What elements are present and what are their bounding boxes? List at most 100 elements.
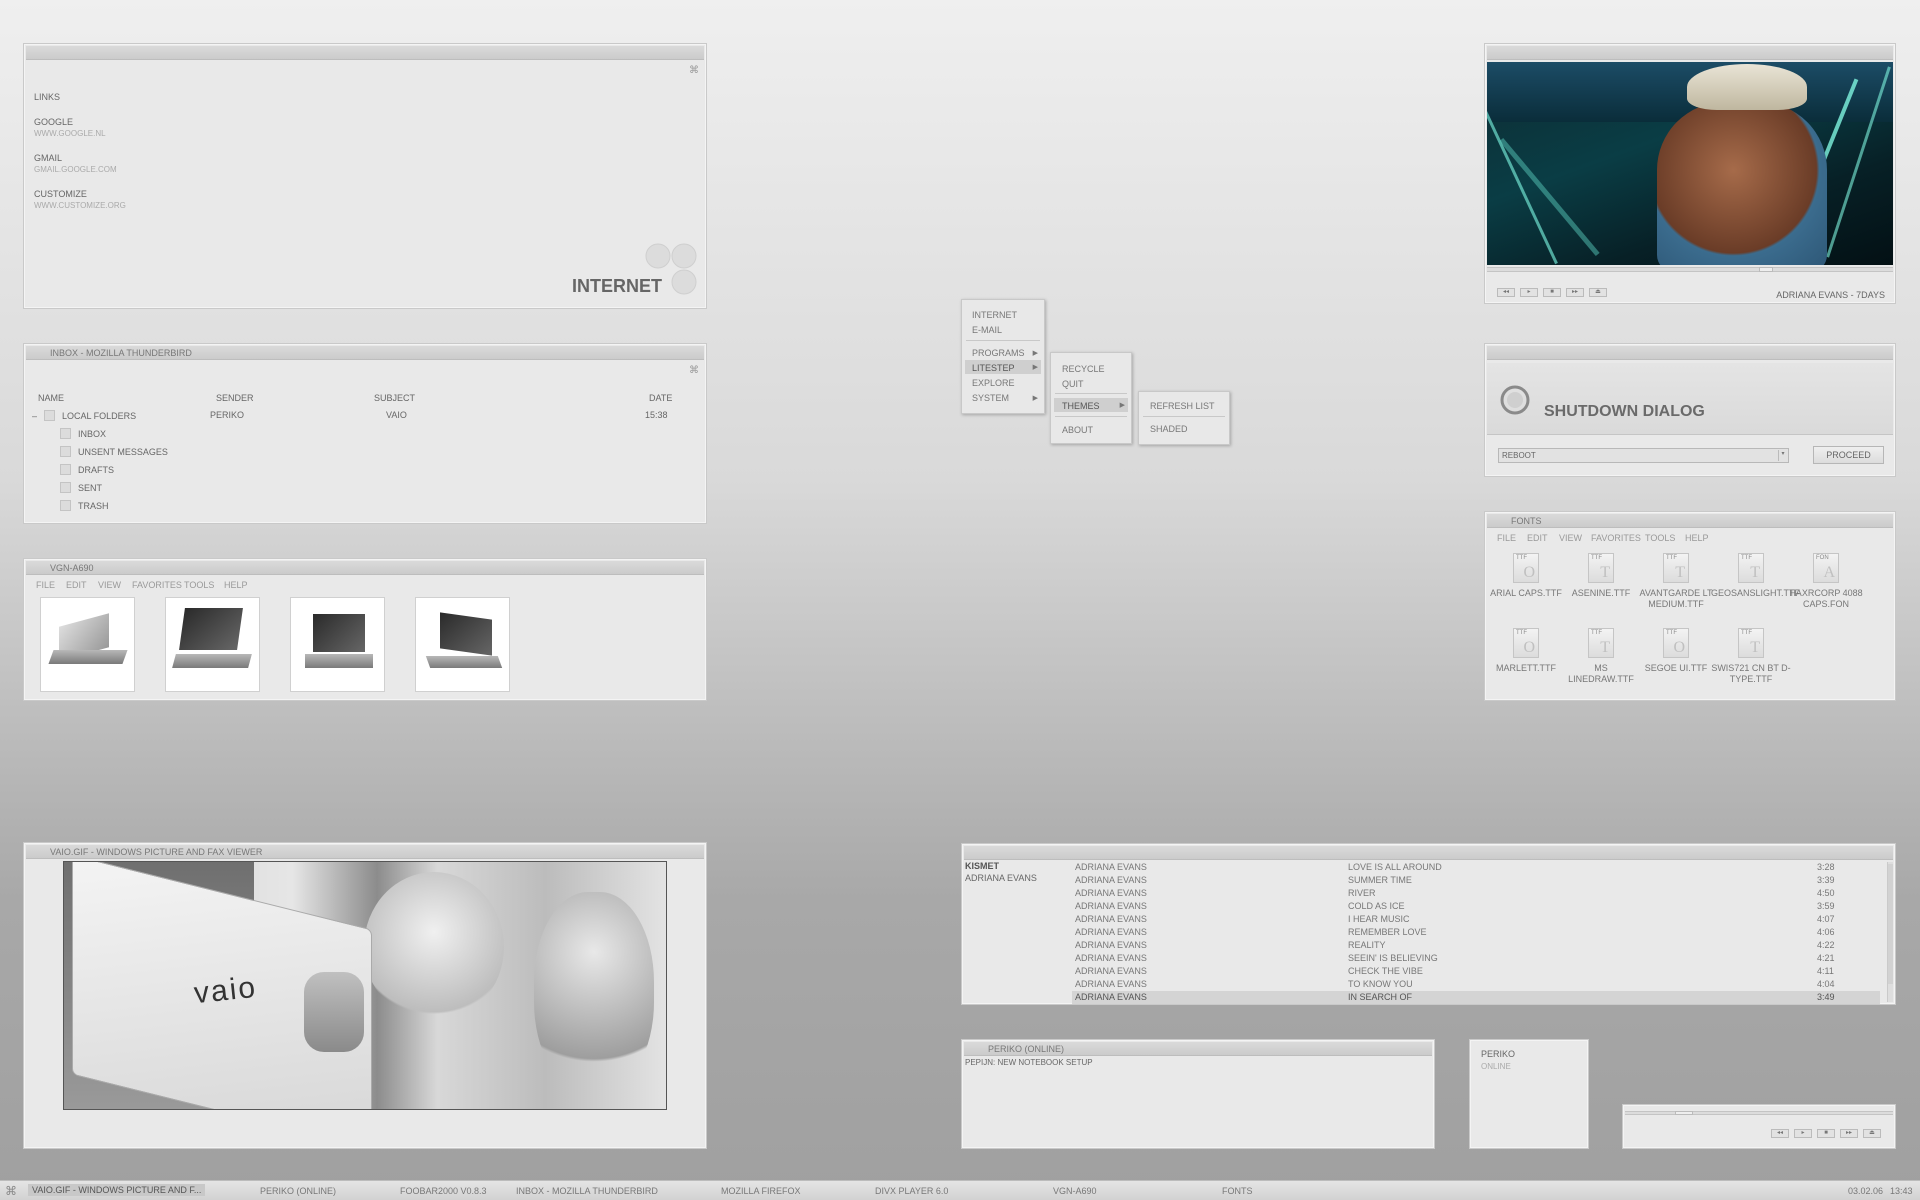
message-sender[interactable]: PERIKO (210, 410, 244, 420)
col-sender[interactable]: SENDER (216, 393, 254, 403)
chat-titlebar[interactable]: PERIKO (ONLINE) (964, 1042, 1432, 1056)
scrollbar-thumb[interactable] (1888, 864, 1893, 984)
thunderbird-titlebar[interactable]: INBOX - MOZILLA THUNDERBIRD (26, 346, 704, 360)
playlist-scrollbar[interactable] (1887, 862, 1893, 1002)
font-file-icon[interactable]: TTF T (1738, 628, 1764, 658)
folder-unsent[interactable]: UNSENT MESSAGES (78, 447, 168, 457)
menu-help[interactable]: HELP (1685, 533, 1709, 543)
forward-button[interactable]: ▸▸ (1566, 288, 1584, 297)
playlist-row[interactable]: ADRIANA EVANS I HEAR MUSIC 4:07 (1072, 913, 1880, 926)
folder-local[interactable]: LOCAL FOLDERS (62, 411, 136, 421)
link-customize[interactable]: CUSTOMIZE (34, 189, 87, 199)
play-button[interactable]: ▸ (1794, 1129, 1812, 1138)
playlist-row[interactable]: ADRIANA EVANS TO KNOW YOU 4:04 (1072, 978, 1880, 991)
task-fonts[interactable]: FONTS (1222, 1186, 1253, 1196)
forward-button[interactable]: ▸▸ (1840, 1129, 1858, 1138)
menu-help[interactable]: HELP (224, 580, 248, 590)
font-file-icon[interactable]: TTF T (1588, 553, 1614, 583)
laptop-thumbnail[interactable] (165, 597, 260, 692)
playlist-row[interactable]: ADRIANA EVANS COLD AS ICE 3:59 (1072, 900, 1880, 913)
font-file-label[interactable]: HAXRCORP 4088 CAPS.FON (1786, 588, 1866, 610)
rewind-button[interactable]: ◂◂ (1771, 1129, 1789, 1138)
task-thunderbird[interactable]: INBOX - MOZILLA THUNDERBIRD (516, 1186, 658, 1196)
font-file-icon[interactable]: FON A (1813, 553, 1839, 583)
menu-about[interactable]: ABOUT (1062, 425, 1093, 435)
font-file-icon[interactable]: TTF T (1738, 553, 1764, 583)
internet-panel-titlebar[interactable] (26, 46, 704, 60)
tree-expander[interactable]: – (32, 411, 37, 421)
task-foobar[interactable]: FOOBAR2000 V0.8.3 (400, 1186, 487, 1196)
playlist-row[interactable]: ADRIANA EVANS REMEMBER LOVE 4:06 (1072, 926, 1880, 939)
menu-quit[interactable]: QUIT (1062, 379, 1084, 389)
font-file-label[interactable]: MS LINEDRAW.TTF (1561, 663, 1641, 685)
font-file-label[interactable]: MARLETT.TTF (1486, 663, 1566, 674)
mini-seek-handle[interactable] (1675, 1111, 1693, 1115)
seek-handle[interactable] (1759, 267, 1773, 272)
contact-card[interactable]: PERIKO ONLINE (1469, 1039, 1589, 1149)
proceed-button[interactable]: PROCEED (1813, 446, 1884, 464)
picture-viewer-titlebar[interactable]: VAIO.GIF - WINDOWS PICTURE AND FAX VIEWE… (26, 845, 704, 859)
fonts-titlebar[interactable]: FONTS (1487, 514, 1893, 528)
play-button[interactable]: ▸ (1520, 288, 1538, 297)
folder-drafts[interactable]: DRAFTS (78, 465, 114, 475)
folder-trash[interactable]: TRASH (78, 501, 109, 511)
font-file-label[interactable]: ASENINE.TTF (1561, 588, 1641, 599)
menu-file[interactable]: FILE (1497, 533, 1516, 543)
mini-seek-bar[interactable] (1625, 1111, 1893, 1115)
task-chat[interactable]: PERIKO (ONLINE) (260, 1186, 336, 1196)
font-file-label[interactable]: AVANTGARDE LT MEDIUM.TTF (1636, 588, 1716, 610)
menu-edit[interactable]: EDIT (1527, 533, 1548, 543)
font-file-icon[interactable]: TTF O (1513, 553, 1539, 583)
task-vgn[interactable]: VGN-A690 (1053, 1186, 1097, 1196)
chevron-down-icon[interactable]: ▾ (1778, 450, 1787, 461)
playlist-row-current[interactable]: ADRIANA EVANS IN SEARCH OF 3:49 (1072, 991, 1880, 1004)
menu-refresh-list[interactable]: REFRESH LIST (1150, 401, 1215, 411)
playlist-titlebar[interactable] (964, 846, 1893, 860)
font-file-icon[interactable]: TTF O (1663, 628, 1689, 658)
eject-button[interactable]: ⏏ (1863, 1129, 1881, 1138)
playlist-row[interactable]: ADRIANA EVANS RIVER 4:50 (1072, 887, 1880, 900)
font-file-label[interactable]: SEGOE UI.TTF (1636, 663, 1716, 674)
laptop-thumbnail[interactable] (40, 597, 135, 692)
folder-sent[interactable]: SENT (78, 483, 102, 493)
font-file-label[interactable]: ARIAL CAPS.TTF (1486, 588, 1566, 599)
start-grip-icon[interactable]: ⌘ (5, 1184, 17, 1198)
message-subject[interactable]: VAIO (386, 410, 407, 420)
menu-internet[interactable]: INTERNET (972, 310, 1017, 320)
menu-file[interactable]: FILE (36, 580, 55, 590)
link-gmail[interactable]: GMAIL (34, 153, 62, 163)
playlist-row[interactable]: ADRIANA EVANS SEEIN' IS BELIEVING 4:21 (1072, 952, 1880, 965)
vgn-titlebar[interactable]: VGN-A690 (26, 561, 704, 575)
font-file-icon[interactable]: TTF O (1513, 628, 1539, 658)
menu-shaded[interactable]: SHADED (1150, 424, 1188, 434)
menu-recycle[interactable]: RECYCLE (1062, 364, 1105, 374)
menu-edit[interactable]: EDIT (66, 580, 87, 590)
playlist-row[interactable]: ADRIANA EVANS SUMMER TIME 3:39 (1072, 874, 1880, 887)
menu-view[interactable]: VIEW (1559, 533, 1582, 543)
playlist-row[interactable]: ADRIANA EVANS LOVE IS ALL AROUND 3:28 (1072, 861, 1880, 874)
grip-icon[interactable]: ⌘ (689, 66, 699, 76)
task-firefox[interactable]: MOZILLA FIREFOX (721, 1186, 801, 1196)
playlist-row[interactable]: ADRIANA EVANS REALITY 4:22 (1072, 939, 1880, 952)
menu-view[interactable]: VIEW (98, 580, 121, 590)
stop-button[interactable]: ■ (1817, 1129, 1835, 1138)
link-customize-url[interactable]: WWW.CUSTOMIZE.ORG (34, 201, 126, 210)
col-name[interactable]: NAME (38, 393, 64, 403)
col-date[interactable]: DATE (649, 393, 672, 403)
task-divx[interactable]: DIVX PLAYER 6.0 (875, 1186, 948, 1196)
col-subject[interactable]: SUBJECT (374, 393, 415, 403)
menu-system[interactable]: SYSTEM (972, 393, 1009, 403)
laptop-thumbnail[interactable] (290, 597, 385, 692)
seek-bar[interactable] (1487, 267, 1893, 272)
font-file-label[interactable]: GEOSANSLIGHT.TTF (1711, 588, 1800, 599)
link-google-url[interactable]: WWW.GOOGLE.NL (34, 129, 106, 138)
link-google[interactable]: GOOGLE (34, 117, 73, 127)
divx-titlebar[interactable] (1487, 46, 1893, 60)
shutdown-titlebar[interactable] (1487, 346, 1893, 360)
menu-tools[interactable]: TOOLS (1645, 533, 1675, 543)
menu-programs[interactable]: PROGRAMS (972, 348, 1025, 358)
menu-email[interactable]: E-MAIL (972, 325, 1002, 335)
laptop-thumbnail[interactable] (415, 597, 510, 692)
task-picture-viewer[interactable]: VAIO.GIF - WINDOWS PICTURE AND F... (28, 1184, 206, 1196)
rewind-button[interactable]: ◂◂ (1497, 288, 1515, 297)
